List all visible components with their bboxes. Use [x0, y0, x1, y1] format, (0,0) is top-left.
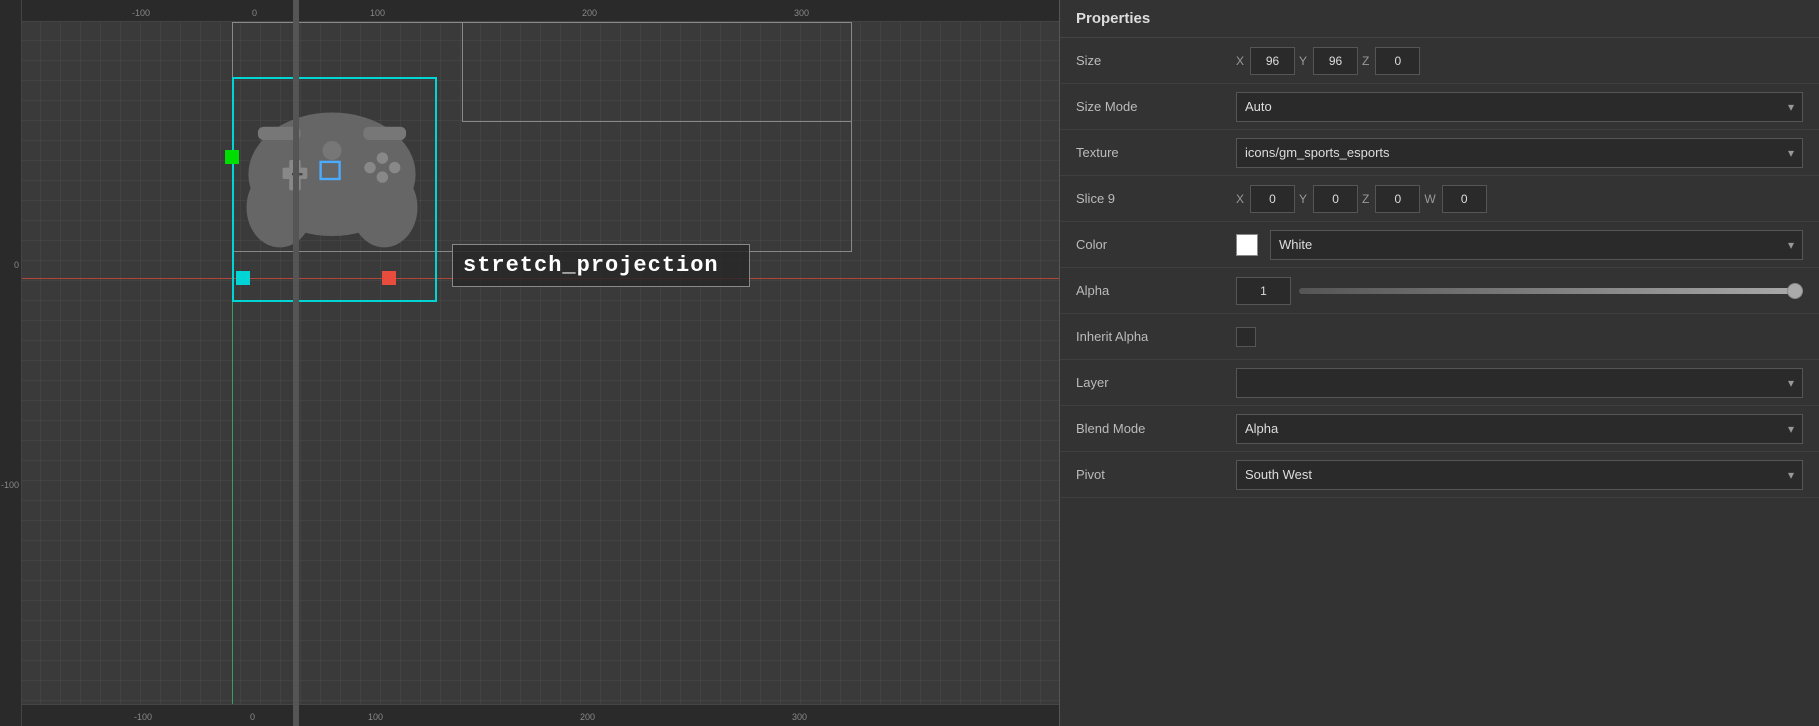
ruler-left: 0 -100 [0, 0, 22, 726]
color-value: White ▾ [1236, 230, 1803, 260]
size-mode-value: Auto ▾ [1236, 92, 1803, 122]
properties-panel: Properties Size X Y Z Size Mode Auto ▾ T… [1059, 0, 1819, 726]
blend-mode-dropdown[interactable]: Alpha ▾ [1236, 414, 1803, 444]
pivot-value: South West ▾ [1236, 460, 1803, 490]
texture-dropdown[interactable]: icons/gm_sports_esports ▾ [1236, 138, 1803, 168]
alpha-label: Alpha [1076, 283, 1236, 298]
alpha-input[interactable] [1236, 277, 1291, 305]
size-label: Size [1076, 53, 1236, 68]
alpha-slider[interactable] [1299, 288, 1803, 294]
canvas-area[interactable]: -100 0 100 200 300 0 -100 [0, 0, 1059, 726]
slice9-w-label: W [1424, 192, 1435, 206]
size-mode-dropdown[interactable]: Auto ▾ [1236, 92, 1803, 122]
size-y-label: Y [1299, 54, 1307, 68]
color-label: Color [1076, 237, 1236, 252]
texture-value: icons/gm_sports_esports ▾ [1236, 138, 1803, 168]
pivot-label: Pivot [1076, 467, 1236, 482]
texture-label: Texture [1076, 145, 1236, 160]
prop-row-inherit-alpha: Inherit Alpha [1060, 314, 1819, 360]
pivot-dropdown[interactable]: South West ▾ [1236, 460, 1803, 490]
alpha-thumb[interactable] [1787, 283, 1803, 299]
prop-row-texture: Texture icons/gm_sports_esports ▾ [1060, 130, 1819, 176]
controller-sprite[interactable]: + [237, 82, 427, 272]
layer-value: ▾ [1236, 368, 1803, 398]
size-mode-arrow: ▾ [1788, 100, 1794, 114]
layer-label: Layer [1076, 375, 1236, 390]
properties-header: Properties [1060, 0, 1819, 38]
inherit-alpha-label: Inherit Alpha [1076, 329, 1236, 344]
slice9-w-input[interactable] [1442, 185, 1487, 213]
layer-dropdown[interactable]: ▾ [1236, 368, 1803, 398]
color-swatch[interactable] [1236, 234, 1258, 256]
pivot-arrow: ▾ [1788, 468, 1794, 482]
blend-mode-label: Blend Mode [1076, 421, 1236, 436]
prop-row-size-mode: Size Mode Auto ▾ [1060, 84, 1819, 130]
slice9-value: X Y Z W [1236, 185, 1803, 213]
prop-row-size: Size X Y Z [1060, 38, 1819, 84]
prop-row-layer: Layer ▾ [1060, 360, 1819, 406]
blend-mode-arrow: ▾ [1788, 422, 1794, 436]
ruler-top: -100 0 100 200 300 [0, 0, 1059, 22]
color-dropdown[interactable]: White ▾ [1270, 230, 1803, 260]
slice9-z-input[interactable] [1375, 185, 1420, 213]
size-x-label: X [1236, 54, 1244, 68]
size-z-input[interactable] [1375, 47, 1420, 75]
controller-icon: + [237, 82, 427, 257]
stretch-projection-label: stretch_projection [452, 244, 750, 287]
prop-row-blend-mode: Blend Mode Alpha ▾ [1060, 406, 1819, 452]
size-y-input[interactable] [1313, 47, 1358, 75]
handle-left-mid[interactable] [236, 271, 250, 285]
inherit-alpha-checkbox[interactable] [1236, 327, 1256, 347]
texture-arrow: ▾ [1788, 146, 1794, 160]
layer-arrow: ▾ [1788, 376, 1794, 390]
ruler-bottom: -100 0 100 200 300 [22, 704, 1059, 726]
slice9-z-label: Z [1362, 192, 1369, 206]
prop-row-pivot: Pivot South West ▾ [1060, 452, 1819, 498]
alpha-value [1236, 277, 1803, 305]
canvas-content: + stretch_projection [22, 22, 1059, 726]
slice9-x-label: X [1236, 192, 1244, 206]
inner-rect-tr [462, 22, 852, 122]
handle-top-left[interactable] [225, 150, 239, 164]
slice9-x-input[interactable] [1250, 185, 1295, 213]
prop-row-slice9: Slice 9 X Y Z W [1060, 176, 1819, 222]
slice9-label: Slice 9 [1076, 191, 1236, 206]
size-x-input[interactable] [1250, 47, 1295, 75]
split-divider[interactable] [293, 0, 299, 726]
handle-right-mid[interactable] [382, 271, 396, 285]
slice9-y-label: Y [1299, 192, 1307, 206]
blend-mode-value: Alpha ▾ [1236, 414, 1803, 444]
size-z-label: Z [1362, 54, 1369, 68]
inherit-alpha-value [1236, 327, 1803, 347]
prop-row-alpha: Alpha [1060, 268, 1819, 314]
size-mode-label: Size Mode [1076, 99, 1236, 114]
slice9-y-input[interactable] [1313, 185, 1358, 213]
color-arrow: ▾ [1788, 238, 1794, 252]
prop-row-color: Color White ▾ [1060, 222, 1819, 268]
size-value: X Y Z [1236, 47, 1803, 75]
